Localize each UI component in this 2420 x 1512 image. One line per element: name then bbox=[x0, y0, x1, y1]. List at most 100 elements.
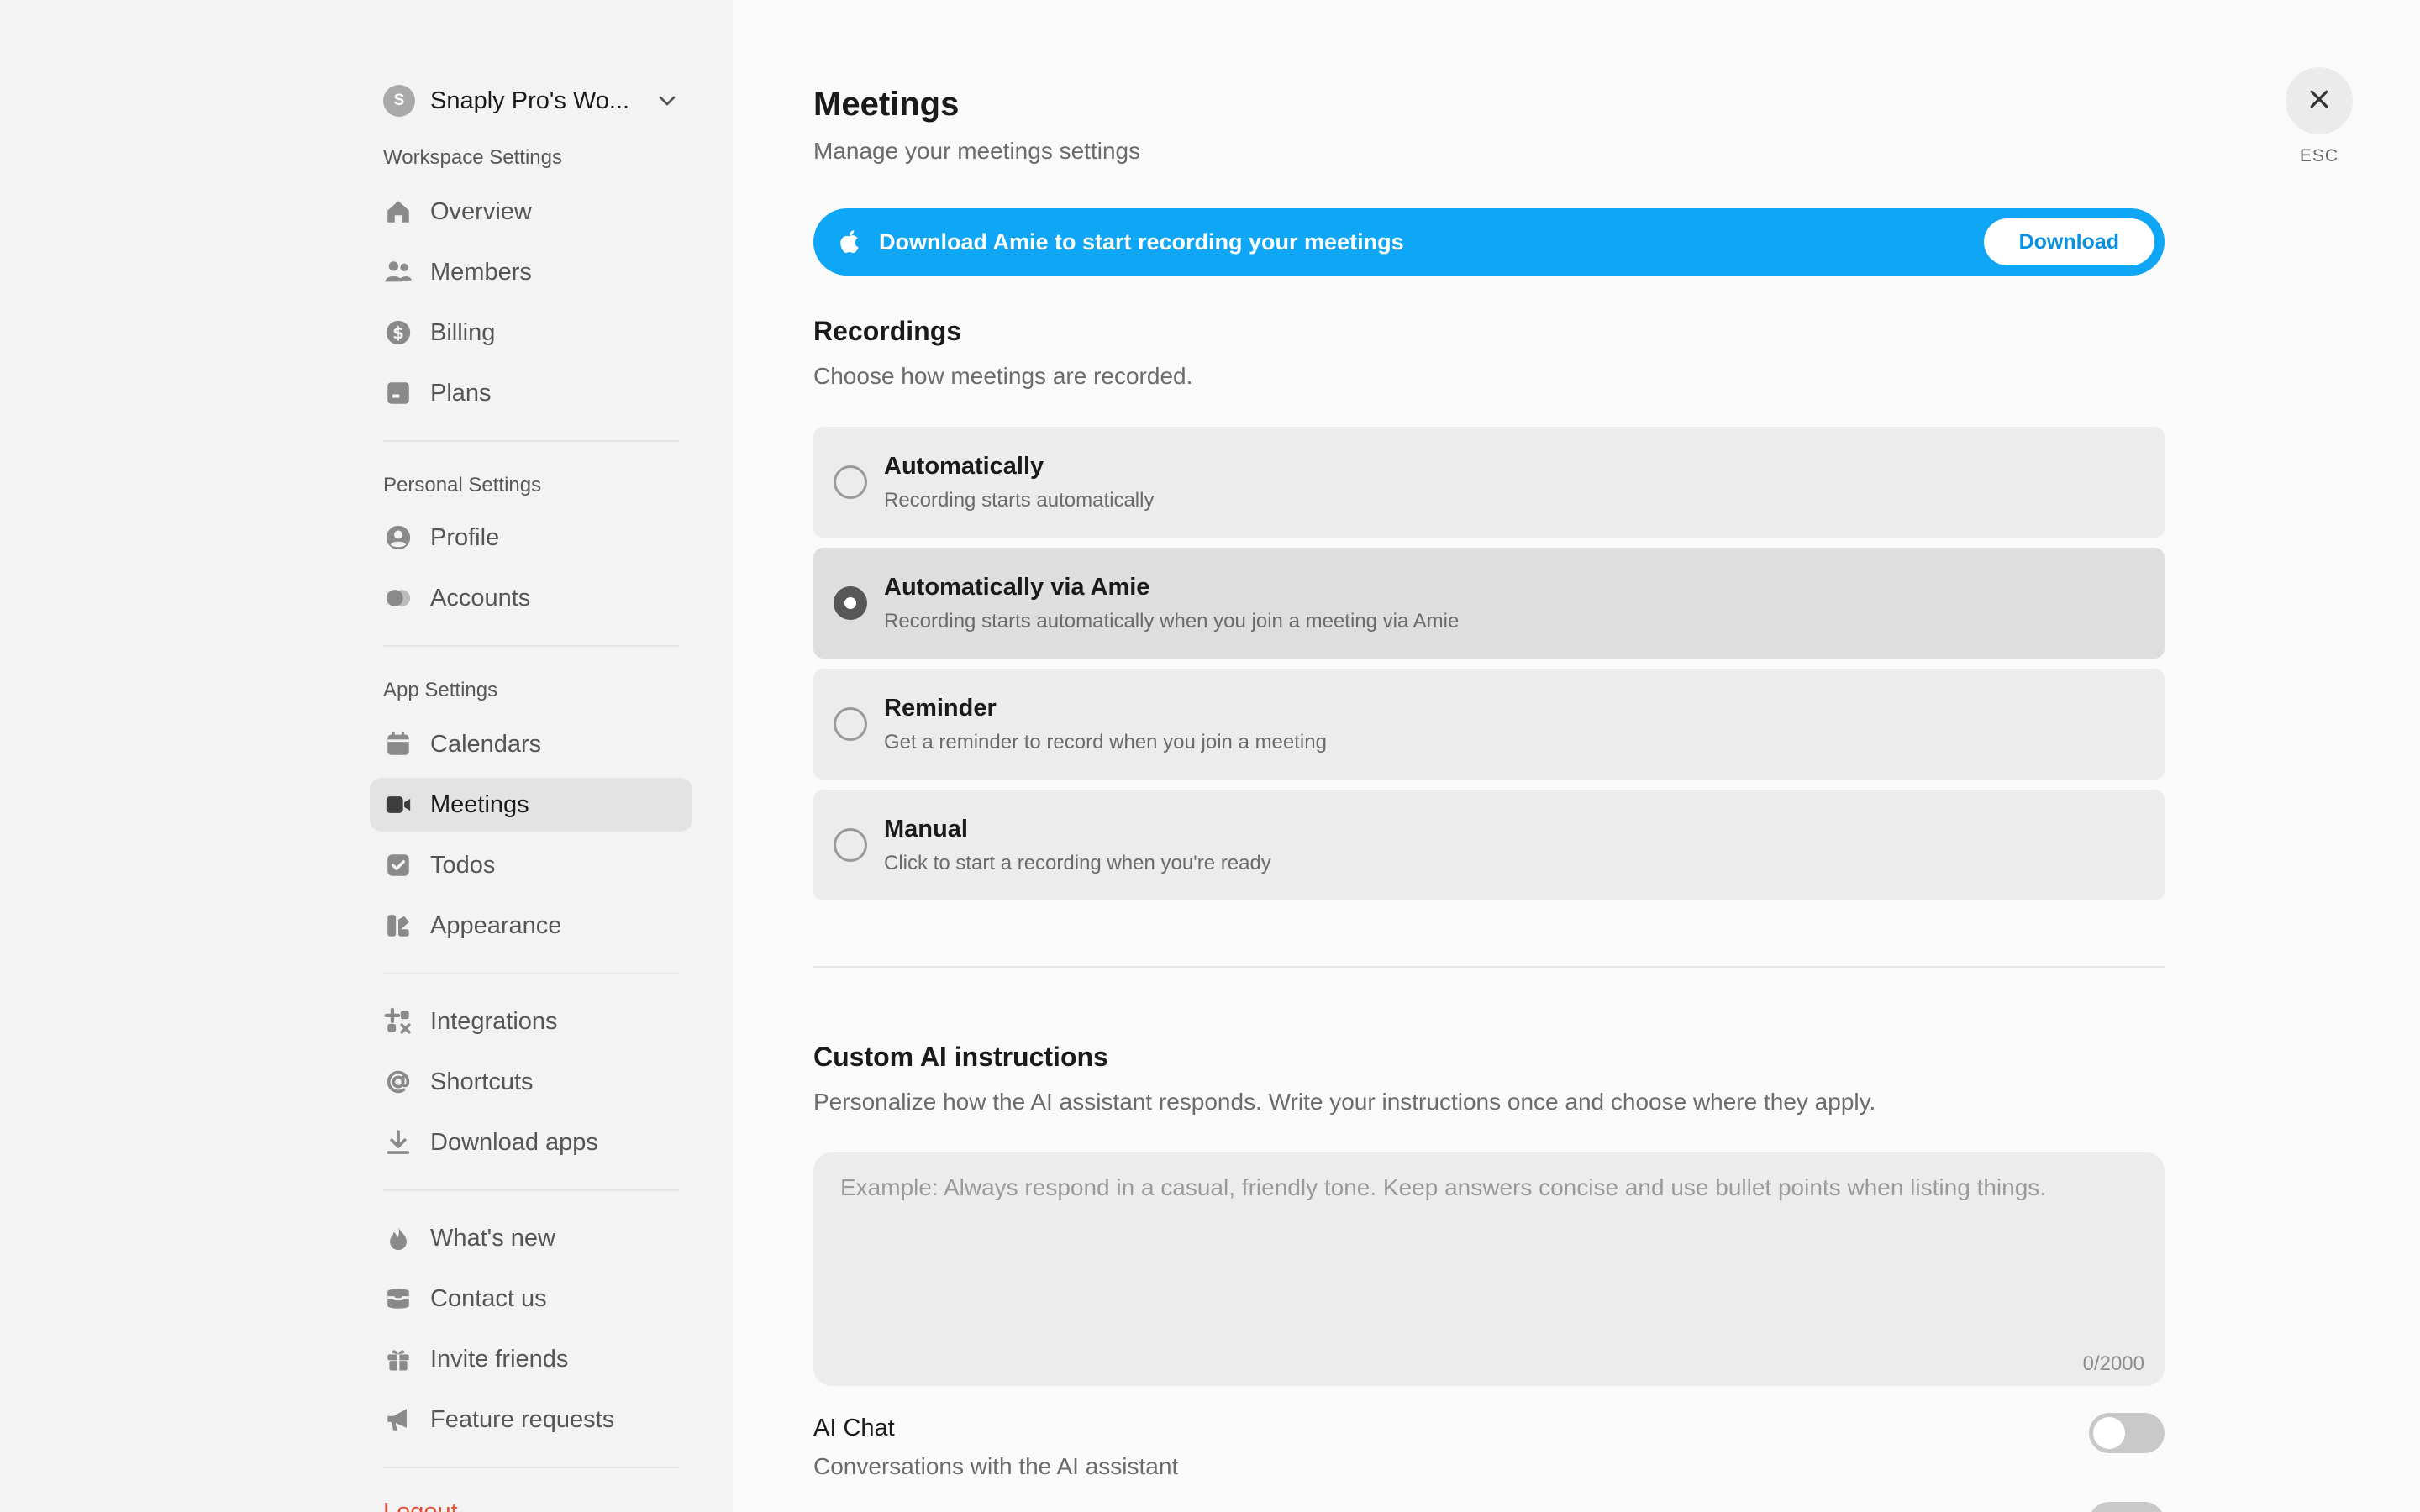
sidebar-item-overview[interactable]: Overview bbox=[370, 185, 692, 239]
sidebar: S Snaply Pro's Wo... Workspace Settings … bbox=[0, 0, 733, 1512]
sidebar-item-label: Shortcuts bbox=[430, 1068, 534, 1095]
sidebar-divider bbox=[383, 973, 679, 974]
close-button[interactable] bbox=[2286, 67, 2353, 134]
inbox-icon bbox=[383, 1284, 413, 1314]
sidebar-item-profile[interactable]: Profile bbox=[370, 511, 692, 564]
toggle-knob bbox=[2093, 1417, 2125, 1449]
sidebar-item-billing[interactable]: $ Billing bbox=[370, 306, 692, 360]
radio-button[interactable] bbox=[834, 465, 867, 499]
radio-dot bbox=[844, 597, 856, 609]
custom-ai-instructions-field: 0/2000 bbox=[813, 1152, 2165, 1386]
megaphone-icon bbox=[383, 1404, 413, 1435]
sidebar-item-whats-new[interactable]: What's new bbox=[370, 1211, 692, 1265]
sidebar-item-invite-friends[interactable]: Invite friends bbox=[370, 1332, 692, 1386]
members-icon bbox=[383, 257, 413, 287]
sidebar-item-download-apps[interactable]: Download apps bbox=[370, 1116, 692, 1169]
option-description: Recording starts automatically when you … bbox=[884, 609, 1460, 633]
sidebar-item-accounts[interactable]: Accounts bbox=[370, 571, 692, 625]
recordings-subtitle: Choose how meetings are recorded. bbox=[813, 363, 1193, 389]
character-count: 0/2000 bbox=[2082, 1352, 2144, 1375]
download-banner: Download Amie to start recording your me… bbox=[813, 208, 2165, 276]
profile-icon bbox=[383, 522, 413, 553]
sidebar-divider bbox=[383, 440, 679, 442]
radio-button-selected[interactable] bbox=[834, 586, 867, 620]
sidebar-item-label: Profile bbox=[430, 523, 500, 551]
option-description: Get a reminder to record when you join a… bbox=[884, 730, 1327, 753]
sidebar-item-label: Integrations bbox=[430, 1007, 558, 1035]
sidebar-item-label: Todos bbox=[430, 851, 496, 879]
accounts-icon bbox=[383, 583, 413, 613]
sidebar-item-label: Billing bbox=[430, 318, 496, 346]
sidebar-item-shortcuts[interactable]: Shortcuts bbox=[370, 1055, 692, 1109]
sidebar-item-meetings[interactable]: Meetings bbox=[370, 778, 692, 832]
sidebar-item-label: Download apps bbox=[430, 1128, 598, 1156]
sidebar-item-label: Contact us bbox=[430, 1284, 547, 1312]
home-icon bbox=[383, 197, 413, 227]
page-subtitle: Manage your meetings settings bbox=[813, 138, 1141, 164]
workspace-switcher[interactable]: S Snaply Pro's Wo... bbox=[383, 82, 679, 119]
sidebar-item-label: Meetings bbox=[430, 790, 529, 818]
svg-text:$: $ bbox=[392, 323, 404, 343]
sidebar-item-plans[interactable]: Plans bbox=[370, 366, 692, 420]
banner-text: Download Amie to start recording your me… bbox=[879, 228, 1404, 255]
sidebar-divider bbox=[383, 1467, 679, 1468]
recording-option-reminder[interactable]: Reminder Get a reminder to record when y… bbox=[813, 669, 2165, 780]
integrations-icon bbox=[383, 1006, 413, 1037]
sidebar-item-todos[interactable]: Todos bbox=[370, 838, 692, 892]
sidebar-item-members[interactable]: Members bbox=[370, 245, 692, 299]
gift-icon bbox=[383, 1344, 413, 1374]
option-title: Manual bbox=[884, 815, 968, 843]
next-setting-toggle[interactable] bbox=[2089, 1502, 2165, 1512]
settings-window: S Snaply Pro's Wo... Workspace Settings … bbox=[0, 0, 2420, 1512]
sidebar-item-label: Calendars bbox=[430, 730, 542, 758]
recording-option-automatically-via-amie[interactable]: Automatically via Amie Recording starts … bbox=[813, 548, 2165, 659]
esc-label: ESC bbox=[2299, 146, 2339, 165]
sidebar-item-label: Invite friends bbox=[430, 1345, 569, 1373]
workspace-settings-label: Workspace Settings bbox=[383, 146, 562, 169]
sidebar-item-label: Members bbox=[430, 258, 532, 286]
custom-ai-instructions-input[interactable] bbox=[813, 1152, 2165, 1386]
personal-settings-label: Personal Settings bbox=[383, 474, 542, 496]
option-title: Reminder bbox=[884, 694, 997, 722]
checkbox-icon bbox=[383, 850, 413, 880]
sidebar-item-feature-requests[interactable]: Feature requests bbox=[370, 1393, 692, 1446]
sidebar-item-integrations[interactable]: Integrations bbox=[370, 995, 692, 1048]
radio-button[interactable] bbox=[834, 828, 867, 862]
calendar-icon bbox=[383, 729, 413, 759]
sidebar-item-calendars[interactable]: Calendars bbox=[370, 717, 692, 771]
recording-option-manual[interactable]: Manual Click to start a recording when y… bbox=[813, 790, 2165, 900]
logout-button[interactable]: Logout bbox=[383, 1499, 458, 1512]
apple-icon bbox=[839, 229, 864, 255]
custom-ai-title: Custom AI instructions bbox=[813, 1042, 1108, 1072]
recordings-title: Recordings bbox=[813, 316, 962, 346]
dollar-icon: $ bbox=[383, 318, 413, 348]
radio-button[interactable] bbox=[834, 707, 867, 741]
sidebar-item-label: Accounts bbox=[430, 584, 531, 612]
download-icon bbox=[383, 1127, 413, 1158]
close-icon bbox=[2307, 87, 2332, 116]
flame-icon bbox=[383, 1223, 413, 1253]
sidebar-item-appearance[interactable]: Appearance bbox=[370, 899, 692, 953]
sidebar-item-contact-us[interactable]: Contact us bbox=[370, 1272, 692, 1326]
chevron-down-icon bbox=[655, 89, 679, 113]
at-icon bbox=[383, 1067, 413, 1097]
option-description: Recording starts automatically bbox=[884, 488, 1155, 512]
sidebar-divider bbox=[383, 645, 679, 647]
workspace-avatar: S bbox=[383, 85, 415, 117]
page-title: Meetings bbox=[813, 86, 960, 123]
main-content: Meetings Manage your meetings settings D… bbox=[733, 0, 2420, 1512]
option-description: Click to start a recording when you're r… bbox=[884, 851, 1271, 874]
recording-option-automatically[interactable]: Automatically Recording starts automatic… bbox=[813, 427, 2165, 538]
download-button[interactable]: Download bbox=[1983, 218, 2154, 265]
sidebar-item-label: Appearance bbox=[430, 911, 562, 939]
video-icon bbox=[383, 790, 413, 820]
option-title: Automatically via Amie bbox=[884, 573, 1150, 601]
ai-chat-description: Conversations with the AI assistant bbox=[813, 1453, 1179, 1479]
custom-ai-subtitle: Personalize how the AI assistant respond… bbox=[813, 1089, 1876, 1115]
app-settings-label: App Settings bbox=[383, 679, 498, 701]
sidebar-item-label: What's new bbox=[430, 1224, 555, 1252]
sidebar-item-label: Feature requests bbox=[430, 1405, 615, 1433]
ai-chat-toggle[interactable] bbox=[2089, 1413, 2165, 1453]
sidebar-divider bbox=[383, 1189, 679, 1191]
sidebar-item-label: Overview bbox=[430, 197, 532, 225]
